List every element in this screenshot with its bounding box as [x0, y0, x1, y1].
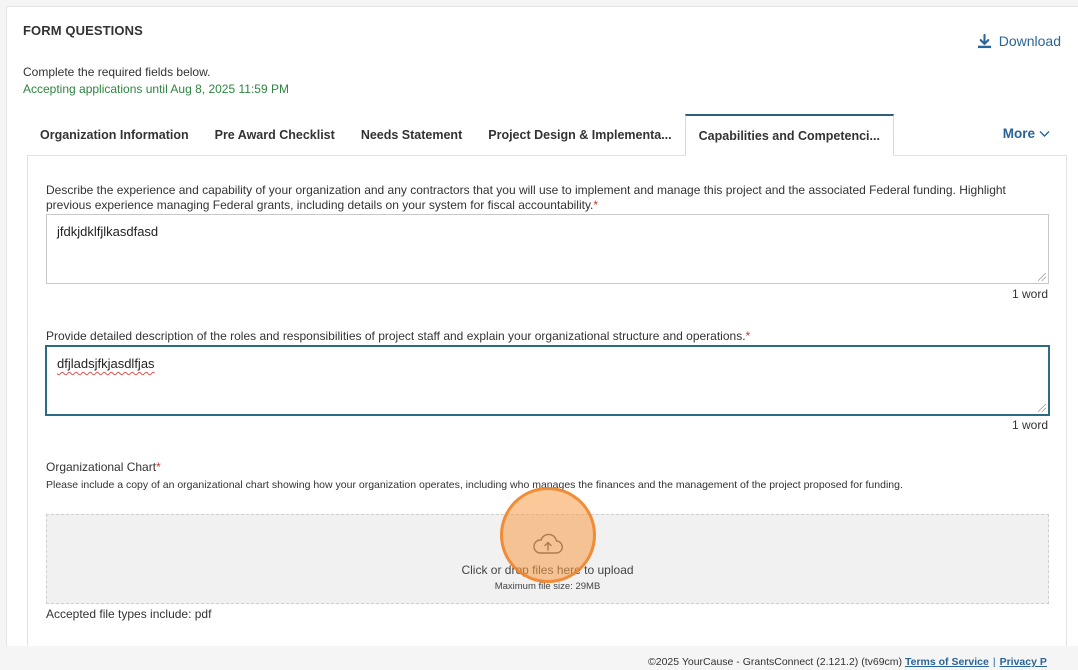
cloud-upload-icon — [532, 533, 563, 554]
question-2-textarea[interactable]: dfjladsjfkjasdlfjas — [46, 346, 1049, 415]
question-2-value: dfjladsjfkjasdlfjas — [57, 356, 155, 371]
required-marker: * — [156, 460, 161, 474]
tab-capabilities[interactable]: Capabilities and Competenci... — [684, 114, 894, 156]
deadline-text: Accepting applications until Aug 8, 2025… — [23, 82, 289, 96]
form-card: FORM QUESTIONS Download Complete the req… — [6, 6, 1078, 646]
upload-max-size: Maximum file size: 29MB — [494, 580, 601, 592]
question-1-value: jfdkjdklfjlkasdfasd — [57, 224, 159, 239]
required-marker: * — [593, 198, 599, 212]
upload-instructions: Click or drop files here to upload — [461, 562, 634, 577]
footer-copyright: ©2025 YourCause - GrantsConnect (2.121.2… — [648, 656, 903, 668]
question-2-word-count: 1 word — [1011, 418, 1048, 432]
required-marker: * — [745, 329, 751, 343]
tab-pre-award-checklist[interactable]: Pre Award Checklist — [202, 114, 348, 156]
privacy-policy-link[interactable]: Privacy P — [1000, 656, 1047, 668]
accepted-file-types: Accepted file types include: pdf — [46, 607, 212, 621]
tab-panel: Describe the experience and capability o… — [27, 155, 1067, 646]
footer: ©2025 YourCause - GrantsConnect (2.121.2… — [648, 656, 1078, 668]
tab-needs-statement[interactable]: Needs Statement — [348, 114, 475, 156]
question-1-word-count: 1 word — [1011, 287, 1048, 301]
question-3-help: Please include a copy of an organization… — [46, 479, 903, 491]
intro-text: Complete the required fields below. — [23, 65, 211, 79]
terms-of-service-link[interactable]: Terms of Service — [905, 656, 989, 668]
question-1-text: Describe the experience and capability o… — [46, 183, 1006, 212]
download-icon — [977, 33, 991, 48]
resize-handle[interactable] — [1038, 404, 1046, 412]
tab-bar: Organization Information Pre Award Check… — [27, 114, 894, 156]
tab-organization-information[interactable]: Organization Information — [27, 114, 202, 156]
question-3-label: Organizational Chart* — [46, 460, 161, 474]
footer-separator: | — [992, 656, 996, 668]
tab-project-design[interactable]: Project Design & Implementa... — [475, 114, 684, 156]
download-label: Download — [998, 33, 1061, 49]
file-upload-dropzone[interactable]: Click or drop files here to upload Maxim… — [46, 514, 1049, 604]
more-label: More — [1002, 126, 1035, 141]
question-1-textarea[interactable]: jfdkjdklfjlkasdfasd — [46, 214, 1049, 284]
page-title: FORM QUESTIONS — [23, 23, 143, 38]
resize-handle[interactable] — [1038, 273, 1046, 281]
download-button[interactable]: Download — [977, 33, 1061, 49]
chevron-down-icon — [1039, 130, 1050, 137]
question-2-text: Provide detailed description of the role… — [46, 329, 751, 343]
more-tabs-button[interactable]: More — [1003, 126, 1050, 141]
